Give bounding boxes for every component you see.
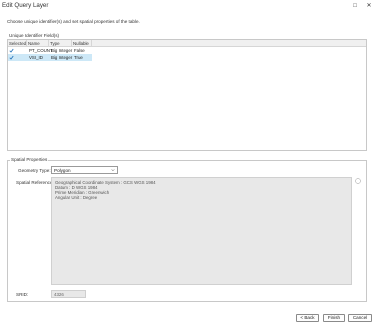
chevron-down-icon bbox=[111, 169, 115, 172]
back-button[interactable]: < Back bbox=[296, 314, 319, 322]
maximize-icon[interactable]: □ bbox=[349, 1, 361, 11]
row-nullable: False bbox=[74, 48, 85, 53]
column-header-nullable[interactable]: Nullable bbox=[72, 40, 92, 47]
cancel-button[interactable]: Cancel bbox=[348, 314, 372, 322]
unique-id-grid[interactable]: Selected Name Type Nullable PT_COUNT Big… bbox=[7, 39, 367, 151]
table-row[interactable]: PT_COUNT Big Integer False bbox=[8, 47, 92, 54]
row-nullable: True bbox=[74, 55, 83, 60]
geometry-type-select[interactable]: Polygon bbox=[51, 166, 118, 174]
spatial-reference-label: Spatial Reference: bbox=[16, 180, 54, 185]
row-type: Big Integer bbox=[51, 55, 73, 60]
row-name: VSI_ID bbox=[29, 55, 43, 60]
spatial-reference-line: Angular Unit : Degree bbox=[55, 195, 98, 200]
title-bar: Edit Query Layer □ ✕ bbox=[0, 0, 375, 12]
window-title: Edit Query Layer bbox=[2, 2, 49, 9]
geometry-type-value: Polygon bbox=[54, 168, 71, 173]
column-header-type[interactable]: Type bbox=[49, 40, 72, 47]
geometry-type-label: Geometry Type: bbox=[18, 168, 51, 173]
table-row[interactable]: VSI_ID Big Integer True bbox=[8, 54, 92, 61]
srid-field: 4326 bbox=[51, 290, 86, 298]
finish-button[interactable]: Finish bbox=[323, 314, 345, 322]
grid-header: Selected Name Type Nullable bbox=[8, 40, 366, 47]
spatial-reference-box: Geographical Coordinate System : GCS WGS… bbox=[51, 177, 352, 285]
row-name: PT_COUNT bbox=[29, 48, 53, 53]
column-header-name[interactable]: Name bbox=[27, 40, 49, 47]
checkmark-icon[interactable] bbox=[9, 48, 14, 53]
unique-id-label: Unique Identifier Field(s) bbox=[9, 33, 60, 38]
srid-value: 4326 bbox=[54, 292, 64, 297]
checkmark-icon[interactable] bbox=[9, 55, 14, 60]
srid-label: SRID: bbox=[16, 292, 29, 297]
row-type: Big Integer bbox=[51, 48, 73, 53]
instructions-text: Choose unique identifier(s) and set spat… bbox=[7, 19, 140, 24]
info-icon[interactable] bbox=[355, 178, 361, 184]
close-icon[interactable]: ✕ bbox=[363, 1, 375, 11]
column-header-selected[interactable]: Selected bbox=[8, 40, 27, 47]
spatial-properties-legend: Spatial Properties bbox=[10, 157, 49, 162]
